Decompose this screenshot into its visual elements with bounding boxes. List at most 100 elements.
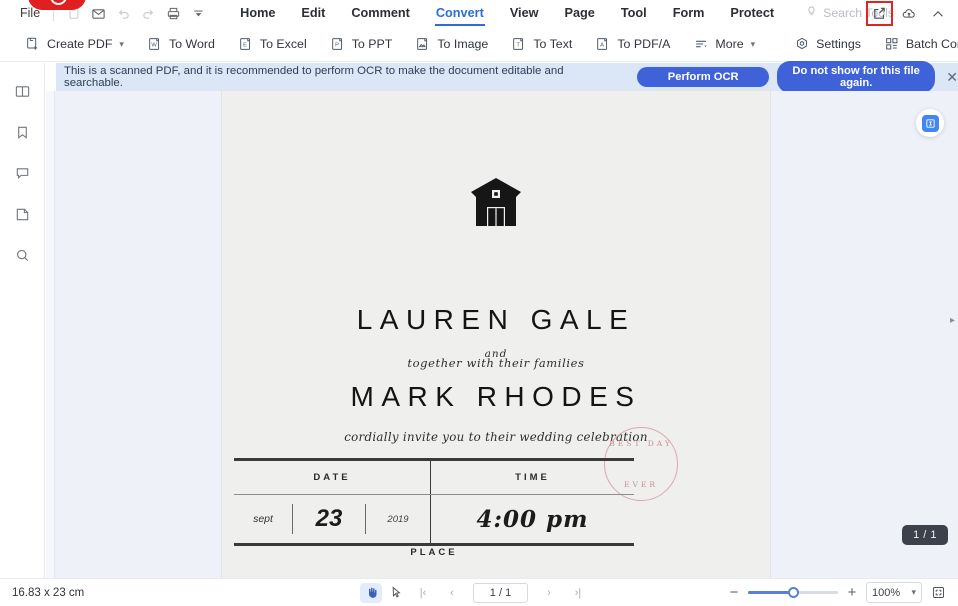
document-viewer: together with their families LAUREN GALE… <box>46 91 958 578</box>
more-button[interactable]: More ▾ <box>684 32 764 56</box>
bride-name: LAUREN GALE <box>356 304 636 335</box>
zoom-slider-knob[interactable] <box>788 587 799 598</box>
sidebar-item-search[interactable] <box>7 240 37 270</box>
page-navigation-controls: |‹ ‹ 1 / 1 › ›| <box>360 582 591 603</box>
svg-text:W: W <box>151 43 157 49</box>
and-line: and <box>484 348 508 360</box>
redo-icon[interactable] <box>137 2 160 25</box>
table-value-row: sept 23 2019 4:00 pm <box>234 495 634 543</box>
next-page-button[interactable]: › <box>538 583 560 603</box>
tab-edit[interactable]: Edit <box>288 0 338 27</box>
place-label: PLACE <box>410 547 458 558</box>
tab-page[interactable]: Page <box>552 0 608 27</box>
date-header: DATE <box>313 472 351 483</box>
last-page-button[interactable]: ›| <box>567 583 589 603</box>
gear-icon <box>794 36 810 52</box>
collapse-ribbon-icon[interactable] <box>925 2 950 25</box>
zoom-slider[interactable] <box>748 586 838 600</box>
print-icon[interactable] <box>162 2 185 25</box>
tab-convert[interactable]: Convert <box>423 0 497 27</box>
svg-text:T: T <box>517 43 521 49</box>
fit-page-icon[interactable] <box>928 583 948 603</box>
to-excel-button[interactable]: E To Excel <box>229 32 316 56</box>
left-sidebar <box>0 63 45 578</box>
sidebar-item-comments[interactable] <box>7 158 37 188</box>
to-ppt-icon: P <box>330 36 346 52</box>
to-image-icon <box>415 36 431 52</box>
wedding-invitation: together with their families LAUREN GALE… <box>222 91 770 578</box>
hand-tool-icon[interactable] <box>360 582 382 603</box>
first-page-button[interactable]: |‹ <box>412 583 434 603</box>
zoom-level-select[interactable]: 100% ▾ <box>866 582 922 603</box>
quick-access-dropdown-icon[interactable] <box>187 2 210 25</box>
to-text-button[interactable]: T To Text <box>502 32 581 56</box>
to-word-icon: W <box>147 36 163 52</box>
settings-button[interactable]: Settings <box>785 32 870 56</box>
tab-home[interactable]: Home <box>227 0 288 27</box>
batch-convert-icon <box>884 36 900 52</box>
chevron-down-icon: ▾ <box>119 38 124 49</box>
more-label: More <box>715 37 744 51</box>
perform-ocr-button[interactable]: Perform OCR <box>637 67 769 87</box>
page-dimensions-label: 16.83 x 23 cm <box>12 586 85 599</box>
page-indicator-badge: 1 / 1 <box>902 525 948 545</box>
create-pdf-button[interactable]: Create PDF ▾ <box>16 32 133 56</box>
window-actions <box>865 0 952 27</box>
settings-label: Settings <box>816 37 861 51</box>
svg-text:P: P <box>335 43 339 49</box>
zoom-out-button[interactable]: − <box>726 584 742 601</box>
viewer-left-gutter <box>46 91 55 578</box>
zoom-in-button[interactable]: + <box>844 584 860 601</box>
zoom-level-value: 100% <box>872 586 901 599</box>
previous-page-button[interactable]: ‹ <box>441 583 463 603</box>
app-logo[interactable] <box>28 0 86 10</box>
to-ppt-button[interactable]: P To PPT <box>321 32 402 56</box>
convert-ribbon: Create PDF ▾ W To Word E To Excel P To P… <box>0 27 958 62</box>
sidebar-item-thumbnails[interactable] <box>7 76 37 106</box>
to-word-button[interactable]: W To Word <box>138 32 224 56</box>
tab-comment[interactable]: Comment <box>338 0 423 27</box>
pdf-page[interactable]: together with their families LAUREN GALE… <box>222 91 770 578</box>
do-not-show-again-button[interactable]: Do not show for this file again. <box>777 61 936 93</box>
to-pdfa-button[interactable]: A To PDF/A <box>586 32 679 56</box>
chevron-down-icon: ▾ <box>750 38 756 49</box>
undo-icon[interactable] <box>112 2 135 25</box>
table-bottom-rule <box>234 543 634 546</box>
tab-protect[interactable]: Protect <box>717 0 787 27</box>
to-pdfa-icon: A <box>595 36 611 52</box>
to-excel-icon: E <box>238 36 254 52</box>
sidebar-item-bookmarks[interactable] <box>7 117 37 147</box>
date-year: 2019 <box>387 513 409 525</box>
close-icon[interactable]: ✕ <box>946 70 958 84</box>
cloud-upload-icon[interactable] <box>896 2 921 25</box>
to-ppt-label: To PPT <box>351 37 393 51</box>
tab-form[interactable]: Form <box>660 0 718 27</box>
to-excel-label: To Excel <box>259 37 307 51</box>
ai-assistant-button[interactable] <box>916 109 944 137</box>
to-word-label: To Word <box>168 37 215 51</box>
time-value: 4:00 pm <box>476 505 589 533</box>
svg-text:E: E <box>243 43 247 49</box>
share-export-icon[interactable] <box>866 1 893 26</box>
select-tool-icon[interactable] <box>385 583 407 603</box>
email-icon[interactable] <box>87 2 110 25</box>
stamp-top-text: BEST DAY <box>609 439 673 448</box>
to-pdfa-label: To PDF/A <box>617 37 671 51</box>
date-month: sept <box>253 513 273 525</box>
status-bar: 16.83 x 23 cm |‹ ‹ 1 / 1 › ›| − + 100% ▾ <box>0 578 958 606</box>
table-header-row: DATE TIME <box>234 461 634 494</box>
zoom-controls: − + 100% ▾ <box>726 582 948 603</box>
tab-view[interactable]: View <box>497 0 552 27</box>
batch-convert-button[interactable]: Batch Conve › <box>875 32 958 56</box>
ocr-notification-message: This is a scanned PDF, and it is recomme… <box>64 65 564 89</box>
to-text-label: To Text <box>533 37 573 51</box>
chevron-down-icon: ▾ <box>911 587 916 597</box>
sidebar-item-attachments[interactable] <box>7 199 37 229</box>
tab-tool[interactable]: Tool <box>608 0 660 27</box>
groom-name: MARK RHODES <box>350 381 642 412</box>
pdf-editor-window: File Home Edit Comment Convert View Page… <box>0 0 958 606</box>
right-panel-expander[interactable]: ▸ <box>950 315 955 326</box>
page-number-input[interactable]: 1 / 1 <box>473 582 528 603</box>
ribbon-tabs: Home Edit Comment Convert View Page Tool… <box>227 0 787 27</box>
to-image-button[interactable]: To Image <box>406 32 497 56</box>
